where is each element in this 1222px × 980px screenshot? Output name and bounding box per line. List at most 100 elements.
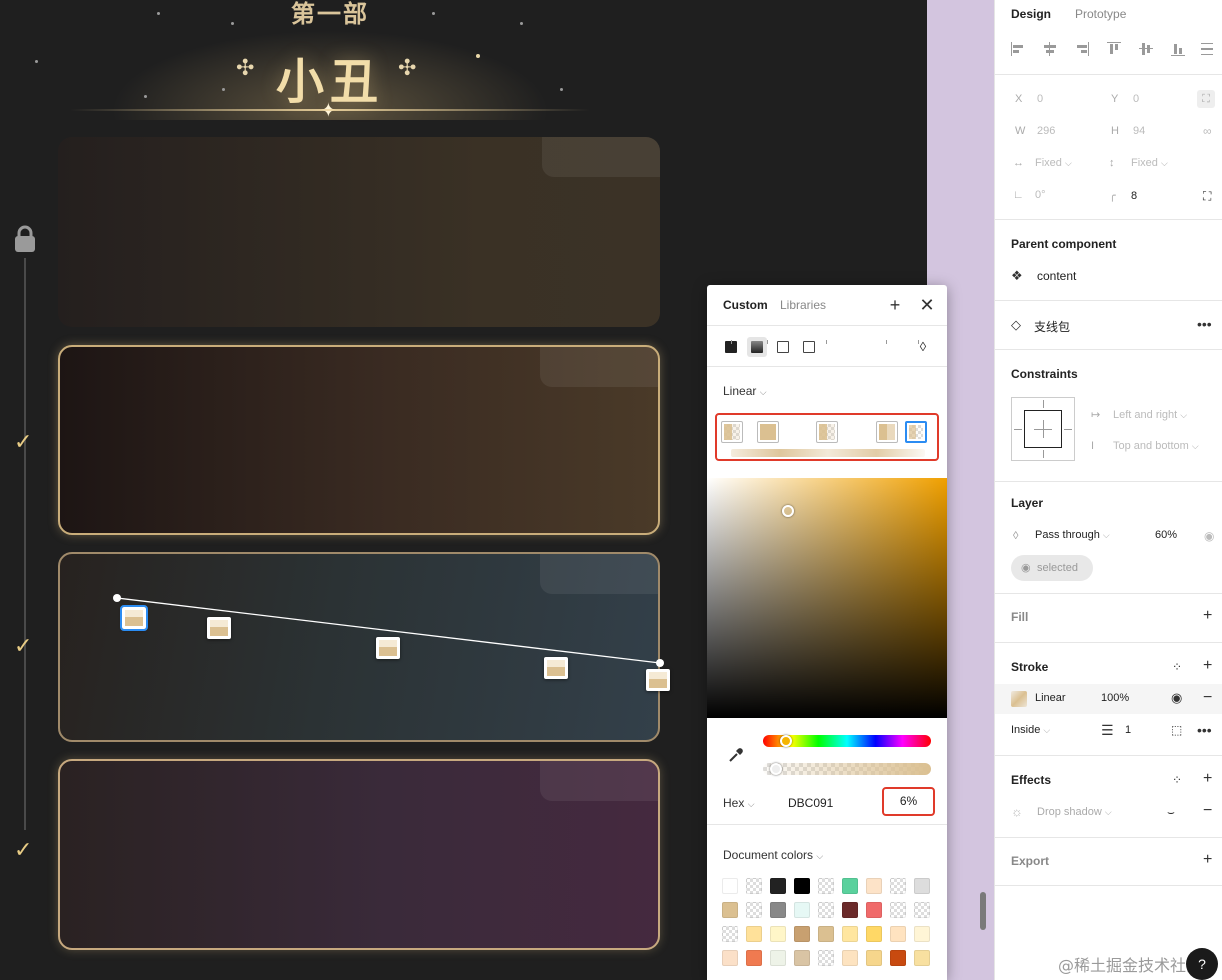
tab-libraries[interactable]: Libraries xyxy=(780,298,826,312)
add-stroke-icon[interactable]: + xyxy=(1203,658,1212,674)
stroke-weight-input[interactable]: 1 xyxy=(1125,724,1131,736)
color-swatch[interactable] xyxy=(842,950,858,966)
color-swatch[interactable] xyxy=(914,926,930,942)
more-options-icon[interactable]: ••• xyxy=(1197,316,1212,332)
video-paint-icon[interactable] xyxy=(799,337,819,357)
color-swatch[interactable] xyxy=(722,950,738,966)
color-swatch[interactable] xyxy=(794,878,810,894)
constraints-widget[interactable] xyxy=(1011,397,1075,461)
remove-stroke-icon[interactable]: − xyxy=(1203,690,1212,706)
tab-design[interactable]: Design xyxy=(1011,7,1051,21)
x-field[interactable]: X0 xyxy=(1015,93,1043,105)
align-center-h-icon[interactable] xyxy=(1043,42,1057,56)
align-right-icon[interactable] xyxy=(1075,42,1089,56)
style-grid-icon[interactable]: ⁘ xyxy=(1172,659,1182,675)
color-swatch[interactable] xyxy=(770,950,786,966)
gradient-stop-chip[interactable] xyxy=(816,421,838,443)
color-swatch[interactable] xyxy=(818,902,834,918)
color-swatch[interactable] xyxy=(746,878,762,894)
constrain-proportions-icon[interactable]: ∞ xyxy=(1203,123,1212,139)
add-icon[interactable]: + xyxy=(885,295,905,315)
gradient-stop-chip[interactable] xyxy=(876,421,898,443)
y-field[interactable]: Y0 xyxy=(1111,93,1139,105)
height-field[interactable]: H 94 xyxy=(1111,125,1145,137)
layer-opacity-input[interactable]: 60% xyxy=(1155,529,1177,541)
focus-icon[interactable]: ⛶ xyxy=(1197,90,1215,108)
sun-icon[interactable]: ☼ xyxy=(1011,804,1023,820)
gradient-stop-chip[interactable] xyxy=(721,421,743,443)
color-swatch[interactable] xyxy=(842,926,858,942)
style-grid-icon[interactable]: ⁘ xyxy=(1172,772,1182,788)
hex-input[interactable]: DBC091 xyxy=(788,796,833,810)
opacity-slider[interactable] xyxy=(763,763,931,775)
align-middle-v-icon[interactable] xyxy=(1139,42,1153,56)
color-swatch[interactable] xyxy=(914,950,930,966)
gradient-stop-handle[interactable] xyxy=(646,669,670,691)
align-left-icon[interactable] xyxy=(1011,42,1025,56)
add-export-icon[interactable]: + xyxy=(1203,852,1212,868)
color-swatch[interactable] xyxy=(746,950,762,966)
color-swatch[interactable] xyxy=(722,926,738,942)
color-swatch[interactable] xyxy=(770,902,786,918)
add-fill-icon[interactable]: + xyxy=(1203,608,1212,624)
color-swatch[interactable] xyxy=(890,878,906,894)
add-effect-icon[interactable]: + xyxy=(1203,771,1212,787)
independent-corners-icon[interactable]: ⛶ xyxy=(1203,188,1211,204)
close-icon[interactable]: ✕ xyxy=(917,295,937,315)
stroke-swatch[interactable] xyxy=(1011,691,1027,707)
component-instance-name[interactable]: 支线包 xyxy=(1034,318,1070,335)
effect-type-select[interactable]: Drop shadow ⌵ xyxy=(1037,806,1112,818)
stroke-position-select[interactable]: Inside ⌵ xyxy=(1011,724,1050,736)
gradient-stop-handle[interactable] xyxy=(376,637,400,659)
color-swatch[interactable] xyxy=(842,878,858,894)
color-swatch[interactable] xyxy=(794,926,810,942)
image-paint-icon[interactable] xyxy=(773,337,793,357)
stroke-sides-icon[interactable]: ⬚ xyxy=(1171,722,1182,738)
color-swatch[interactable] xyxy=(890,926,906,942)
color-swatch[interactable] xyxy=(818,878,834,894)
color-swatch[interactable] xyxy=(890,950,906,966)
gradient-type-select[interactable]: Linear ⌵ xyxy=(723,384,767,398)
tab-custom[interactable]: Custom xyxy=(723,298,768,312)
corner-radius-field[interactable]: ╭ 8 xyxy=(1109,189,1137,202)
align-top-icon[interactable] xyxy=(1107,42,1121,56)
color-swatch[interactable] xyxy=(770,926,786,942)
stroke-opacity[interactable]: 100% xyxy=(1101,692,1129,704)
gradient-paint-icon[interactable] xyxy=(747,337,767,357)
hue-handle[interactable] xyxy=(780,735,792,747)
align-bottom-icon[interactable] xyxy=(1171,42,1185,56)
chapter-card[interactable] xyxy=(58,137,660,327)
chapter-card-selected[interactable] xyxy=(58,552,660,742)
color-swatch[interactable] xyxy=(818,950,834,966)
gradient-stop-handle[interactable] xyxy=(120,605,148,631)
color-swatch[interactable] xyxy=(866,878,882,894)
color-swatch[interactable] xyxy=(914,878,930,894)
saturation-value-area[interactable] xyxy=(707,478,947,718)
gradient-stop-handle[interactable] xyxy=(207,617,231,639)
color-swatch[interactable] xyxy=(866,950,882,966)
opacity-input[interactable]: 6% xyxy=(882,787,935,816)
canvas-scrollbar[interactable] xyxy=(980,892,986,930)
stroke-type[interactable]: Linear xyxy=(1035,692,1066,704)
color-swatch[interactable] xyxy=(890,902,906,918)
color-swatch[interactable] xyxy=(746,926,762,942)
chapter-card[interactable] xyxy=(58,759,660,950)
height-resizing-select[interactable]: ↕ Fixed ⌵ xyxy=(1109,157,1168,169)
blend-mode-icon[interactable]: ◊ xyxy=(913,337,933,357)
gradient-preview-bar[interactable] xyxy=(731,449,925,457)
blend-mode-select[interactable]: Pass through ⌵ xyxy=(1035,529,1110,541)
eye-icon[interactable]: ◉ xyxy=(1204,528,1214,544)
color-swatch[interactable] xyxy=(866,902,882,918)
color-swatch[interactable] xyxy=(818,926,834,942)
color-swatch[interactable] xyxy=(722,902,738,918)
color-swatch[interactable] xyxy=(842,902,858,918)
gradient-stops-editor[interactable] xyxy=(715,413,939,461)
vertical-constraint-select[interactable]: I Top and bottom ⌵ xyxy=(1091,440,1199,452)
color-handle[interactable] xyxy=(782,505,794,517)
more-options-icon[interactable]: ••• xyxy=(1197,722,1212,738)
color-swatch[interactable] xyxy=(746,902,762,918)
help-icon[interactable]: ? xyxy=(1186,948,1218,980)
color-format-select[interactable]: Hex ⌵ xyxy=(723,796,755,810)
distribute-icon[interactable] xyxy=(1201,42,1215,56)
eye-closed-icon[interactable]: ⌣ xyxy=(1167,804,1175,820)
